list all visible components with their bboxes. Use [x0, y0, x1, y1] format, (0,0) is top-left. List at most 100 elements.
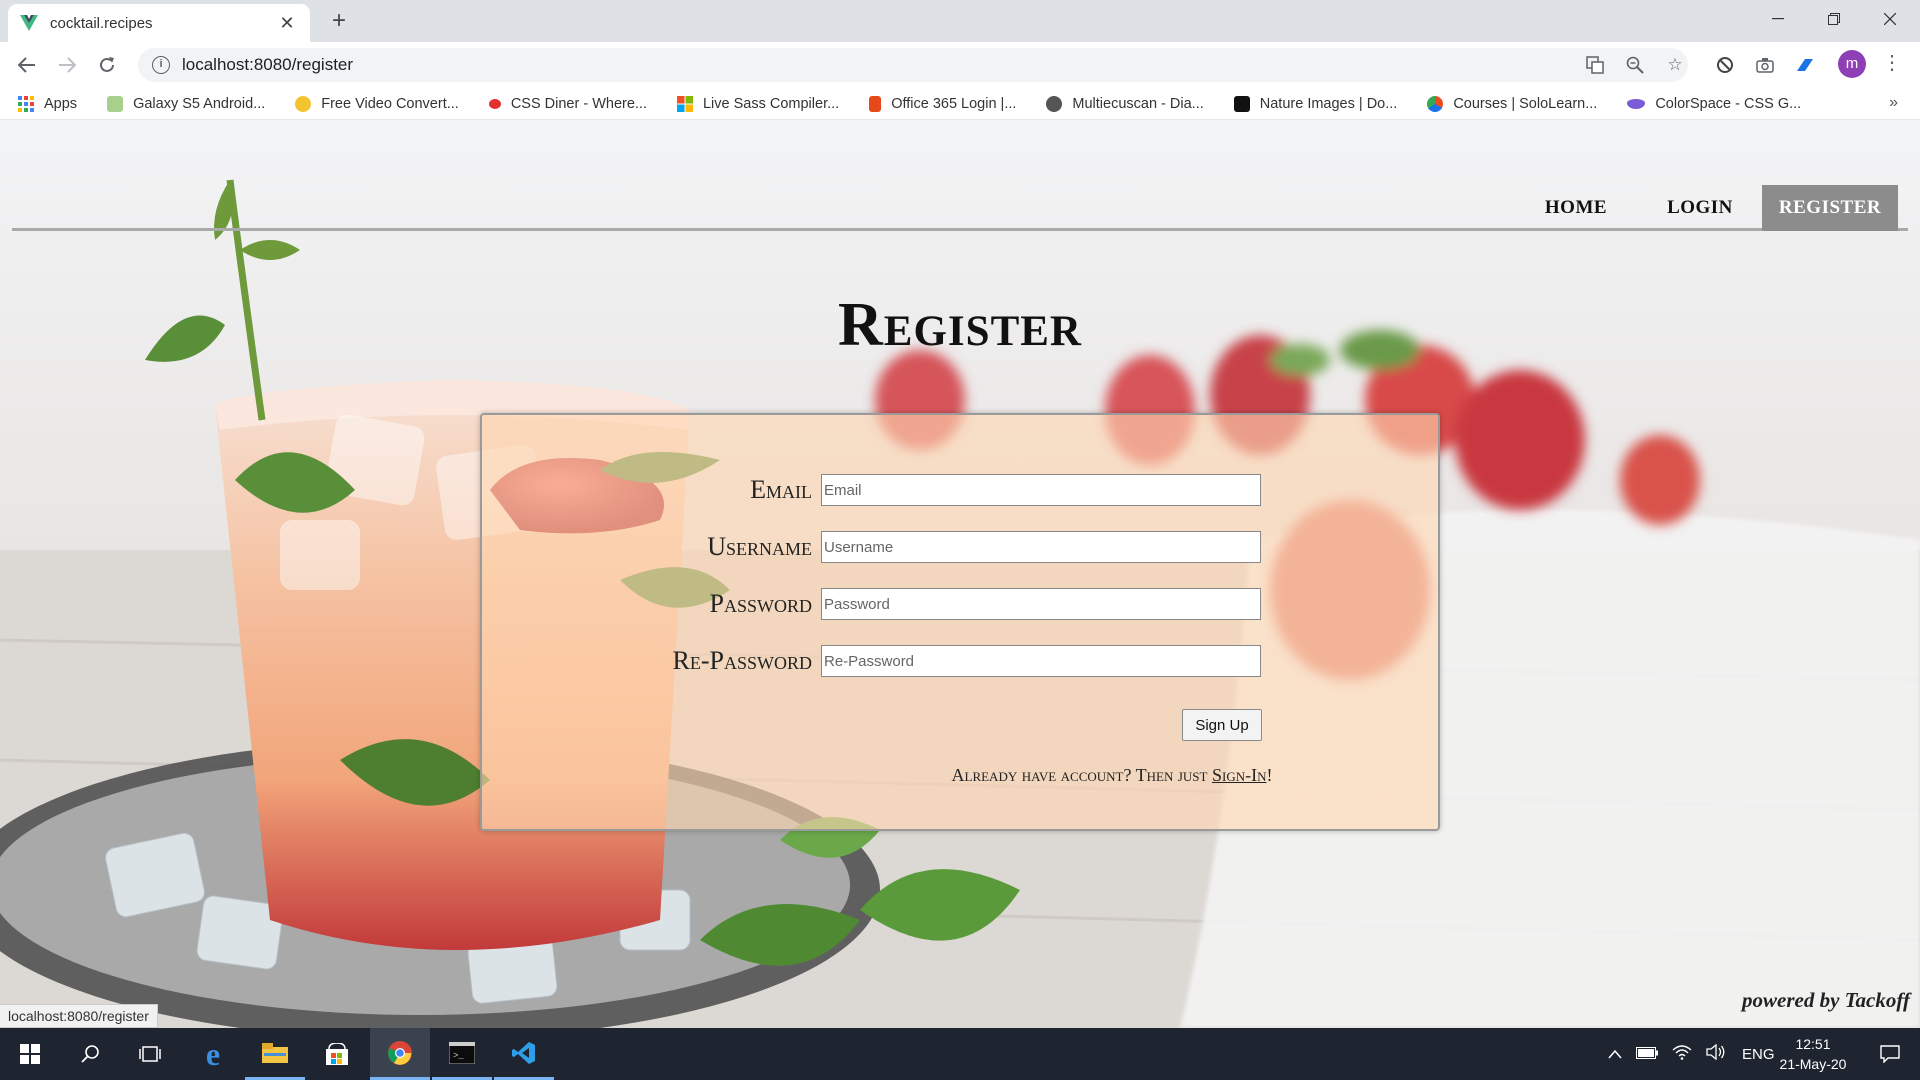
svg-text:>_: >_	[453, 1051, 464, 1061]
username-label: Username	[707, 532, 812, 561]
address-bar[interactable]: i localhost:8080/register	[138, 48, 1688, 82]
bookmark-label: Free Video Convert...	[321, 95, 459, 112]
browser-toolbar: i localhost:8080/register ☆ m ⋮	[0, 42, 1920, 88]
microsoft-logo-icon	[676, 95, 693, 112]
edge-browser-icon[interactable]: e	[183, 1028, 243, 1080]
clock-time: 12:51	[1795, 1036, 1831, 1052]
bookmark-label: CSS Diner - Where...	[510, 95, 647, 112]
bookmark-label: Apps	[44, 95, 78, 112]
omnibox-actions: ☆	[1570, 48, 1690, 82]
search-icon[interactable]	[60, 1028, 120, 1080]
vpn-extension-icon[interactable]	[1790, 50, 1820, 80]
bookmark-multiecuscan[interactable]: Multiecuscan - Dia...	[1046, 95, 1204, 112]
volume-icon[interactable]	[1706, 1043, 1726, 1064]
browser-tab[interactable]: cocktail.recipes ✕	[8, 4, 310, 42]
already-have-account-text: Already have account? Then just Sign-In!	[482, 765, 1742, 786]
email-field[interactable]	[821, 474, 1261, 506]
bookmark-label: ColorSpace - CSS G...	[1655, 95, 1802, 112]
wifi-icon[interactable]	[1672, 1044, 1692, 1064]
css-diner-favicon-icon	[488, 98, 501, 109]
repassword-row: Re-Password	[482, 643, 1442, 679]
bookmark-colorspace[interactable]: ColorSpace - CSS G...	[1627, 96, 1801, 112]
minimize-icon[interactable]	[1750, 0, 1806, 38]
vue-logo-icon	[20, 14, 38, 32]
username-row: Username	[482, 529, 1442, 565]
new-tab-button[interactable]: +	[325, 8, 353, 36]
vscode-icon[interactable]	[494, 1028, 554, 1080]
back-icon[interactable]	[12, 50, 42, 80]
tab-close-icon[interactable]: ✕	[276, 13, 298, 34]
unsplash-logo-icon	[1233, 95, 1250, 112]
page-viewport: HOME LOGIN REGISTER Register Email Usern…	[0, 120, 1920, 1028]
bookmark-apps[interactable]: Apps	[18, 95, 78, 112]
site-navbar: HOME LOGIN REGISTER	[12, 185, 1908, 231]
link-status-bar: localhost:8080/register	[0, 1004, 158, 1028]
task-view-icon[interactable]	[120, 1028, 180, 1080]
bookmarks-overflow-icon[interactable]: »	[1889, 94, 1898, 112]
browser-menu-icon[interactable]: ⋮	[1882, 50, 1902, 78]
bookmark-label: Nature Images | Do...	[1259, 95, 1398, 112]
zoom-icon[interactable]	[1620, 50, 1650, 80]
tray-chevron-icon[interactable]	[1608, 1046, 1622, 1063]
email-label: Email	[750, 475, 812, 504]
bookmark-label: Office 365 Login |...	[891, 95, 1017, 112]
nav-login[interactable]: LOGIN	[1650, 185, 1750, 231]
bookmark-sololearn[interactable]: Courses | SoloLearn...	[1427, 95, 1598, 112]
restore-icon[interactable]	[1806, 0, 1862, 38]
bookmark-galaxy[interactable]: Galaxy S5 Android...	[107, 95, 266, 112]
site-info-icon[interactable]: i	[152, 56, 170, 74]
taskbar-clock[interactable]: 12:51 21-May-20	[1768, 1034, 1858, 1074]
profile-avatar[interactable]: m	[1838, 50, 1866, 78]
password-row: Password	[482, 586, 1442, 622]
extensions-area	[1700, 48, 1820, 82]
store-icon[interactable]	[307, 1028, 367, 1080]
reload-icon[interactable]	[92, 50, 122, 80]
translate-icon[interactable]	[1580, 50, 1610, 80]
powered-by-text: powered by Tackoff	[1742, 988, 1910, 1012]
bookmark-label: Live Sass Compiler...	[702, 95, 840, 112]
repassword-field[interactable]	[821, 645, 1261, 677]
bookmark-star-icon[interactable]: ☆	[1660, 50, 1690, 80]
bookmark-label: Multiecuscan - Dia...	[1072, 95, 1204, 112]
clock-date: 21-May-20	[1779, 1056, 1847, 1072]
galaxy-favicon-icon	[107, 95, 124, 112]
system-tray: ENG	[1608, 1028, 1775, 1080]
bookmark-label: Galaxy S5 Android...	[133, 95, 266, 112]
close-window-icon[interactable]	[1862, 0, 1918, 38]
file-explorer-icon[interactable]	[245, 1028, 305, 1080]
colorspace-logo-icon	[1627, 98, 1646, 109]
nav-home[interactable]: HOME	[1526, 185, 1626, 231]
register-form-card: Email Username Password Re-Password Sign…	[480, 413, 1440, 831]
password-field[interactable]	[821, 588, 1261, 620]
terminal-icon[interactable]: >_	[432, 1028, 492, 1080]
forward-icon[interactable]	[52, 50, 82, 80]
bookmark-css-diner[interactable]: CSS Diner - Where...	[488, 95, 647, 112]
address-url: localhost:8080/register	[182, 55, 354, 74]
already-text: Already have account? Then just	[951, 765, 1212, 785]
windows-start-icon[interactable]	[0, 1028, 60, 1080]
username-field[interactable]	[821, 531, 1261, 563]
page-title: Register	[838, 291, 1082, 359]
camera-extension-icon[interactable]	[1750, 50, 1780, 80]
globe-icon	[1046, 95, 1063, 112]
sign-in-link[interactable]: Sign-In	[1212, 765, 1267, 785]
apps-grid-icon	[18, 95, 34, 112]
already-end: !	[1266, 765, 1273, 785]
sync-extension-icon[interactable]	[1710, 50, 1740, 80]
bookmark-live-sass[interactable]: Live Sass Compiler...	[676, 95, 840, 112]
bookmark-office365[interactable]: Office 365 Login |...	[869, 95, 1017, 112]
browser-tabstrip: cocktail.recipes ✕ +	[0, 0, 1920, 42]
battery-icon[interactable]	[1636, 1046, 1658, 1063]
sololearn-logo-icon	[1427, 95, 1444, 112]
tab-title: cocktail.recipes	[50, 14, 153, 32]
chrome-icon[interactable]	[370, 1028, 430, 1080]
sign-up-button[interactable]: Sign Up	[1182, 709, 1262, 741]
bookmark-nature-images[interactable]: Nature Images | Do...	[1233, 95, 1398, 112]
email-row: Email	[482, 472, 1442, 508]
nav-register[interactable]: REGISTER	[1762, 185, 1898, 231]
notifications-icon[interactable]	[1862, 1028, 1918, 1080]
password-label: Password	[709, 589, 812, 618]
bookmark-label: Courses | SoloLearn...	[1453, 95, 1598, 112]
bookmark-video-converter[interactable]: Free Video Convert...	[295, 95, 459, 112]
office-logo-icon	[869, 95, 882, 112]
